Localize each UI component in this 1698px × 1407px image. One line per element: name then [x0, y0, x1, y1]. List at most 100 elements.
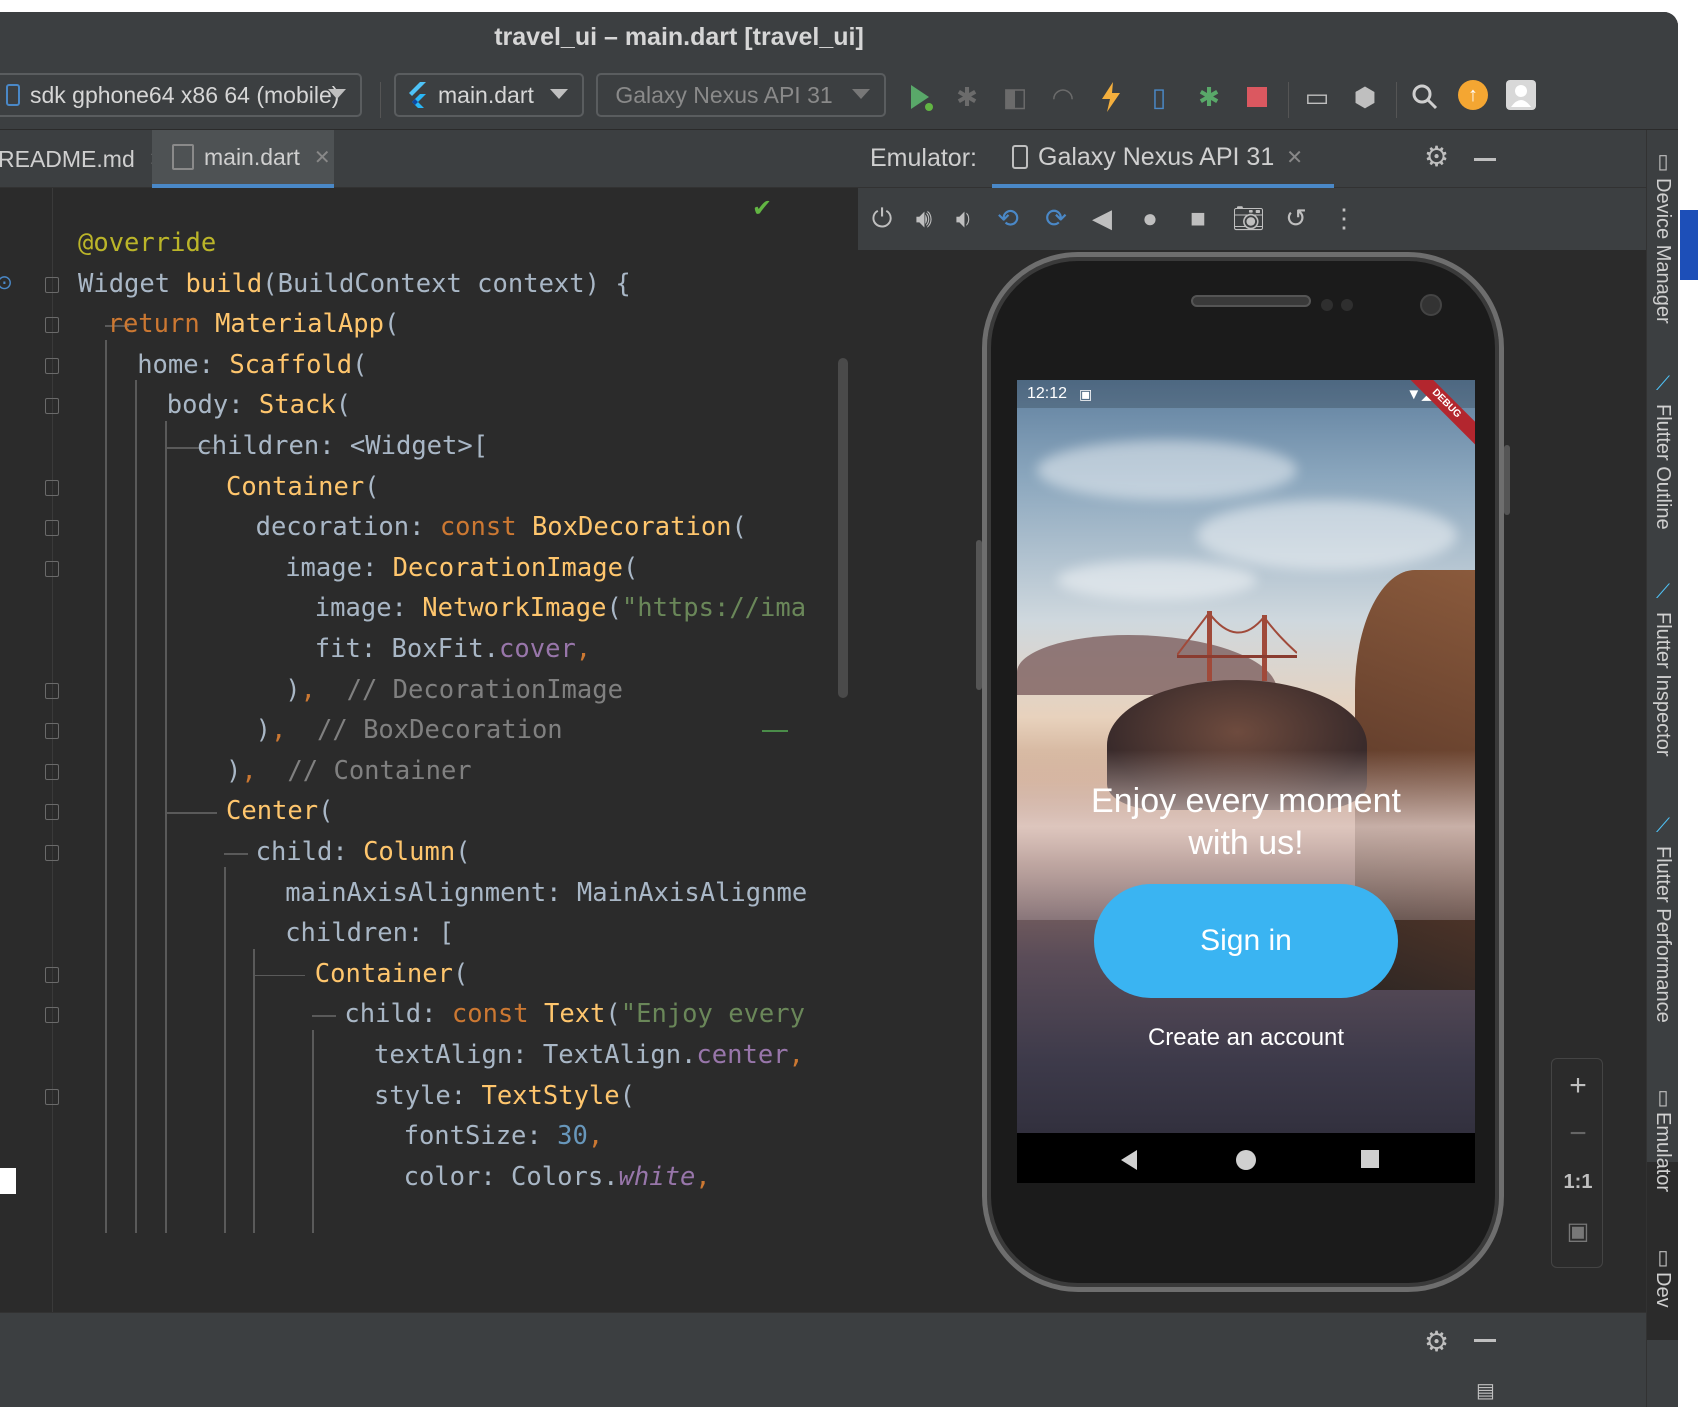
code-token: return — [107, 309, 216, 340]
nav-recents-icon[interactable] — [1361, 1150, 1379, 1168]
tool-window-flutter-performance[interactable]: Flutter Performance — [1651, 846, 1674, 1023]
minimize-icon[interactable] — [1474, 158, 1496, 161]
search-icon[interactable] — [1410, 82, 1440, 112]
tool-window-emulator[interactable]: Emulator — [1651, 1112, 1674, 1192]
rotate-right-icon[interactable]: ⟳ — [1040, 202, 1072, 234]
volume-up-icon[interactable]: 🔊︎ — [908, 202, 940, 234]
account-icon[interactable] — [1506, 80, 1536, 110]
fold-marker-icon[interactable] — [45, 763, 59, 780]
rotate-left-icon[interactable]: ⟲ — [992, 202, 1024, 234]
run-icon[interactable] — [905, 82, 935, 112]
gear-icon[interactable]: ⚙ — [1424, 1325, 1449, 1358]
emulator-label: Emulator: — [870, 144, 977, 172]
code-token: textAlign: TextAlign. — [374, 1040, 697, 1070]
stop-icon[interactable] — [1242, 82, 1272, 112]
back-icon[interactable]: ◀ — [1086, 202, 1118, 234]
ide-window: travel_ui – main.dart [travel_ui] sdk gp… — [0, 12, 1678, 1407]
hot-restart-icon[interactable]: ▯ — [1144, 82, 1174, 112]
chevron-down-icon — [852, 89, 870, 99]
fold-marker-icon[interactable] — [45, 398, 59, 415]
fold-marker-icon[interactable] — [45, 276, 59, 293]
emulator-device-tab[interactable]: Galaxy Nexus API 31 ✕ — [992, 130, 1334, 188]
zoom-actual-size-button[interactable]: 1:1 — [1552, 1171, 1604, 1194]
fold-marker-icon[interactable] — [45, 357, 59, 374]
fold-marker-icon[interactable] — [45, 520, 59, 537]
tool-window-device-explorer[interactable]: Dev — [1651, 1272, 1674, 1308]
tool-window-flutter-outline[interactable]: Flutter Outline — [1651, 404, 1674, 530]
power-icon[interactable]: ⏻ — [866, 202, 898, 234]
tab-main-dart-label: main.dart — [204, 143, 300, 170]
tool-window-device-manager[interactable]: Device Manager — [1651, 178, 1674, 324]
hot-reload-icon[interactable] — [1096, 82, 1126, 112]
close-icon[interactable]: ✕ — [314, 145, 331, 170]
phone-frame: 12:12 ▣ ▼◢▮ DEBUG Enjoy every moment wit… — [982, 252, 1504, 1292]
code-line: mainAxisAlignment: MainAxisAlignme — [285, 878, 807, 908]
code-editor[interactable]: ✔ ⊙ @override Widget build(BuildContext c… — [0, 188, 858, 1312]
code-token: const — [439, 512, 532, 543]
debug-icon[interactable]: ✱ — [952, 82, 982, 112]
zoom-fit-icon[interactable]: ▣ — [1552, 1217, 1604, 1246]
phone-icon — [1012, 145, 1028, 169]
update-icon[interactable]: ↑ — [1458, 80, 1488, 110]
fold-marker-icon[interactable] — [45, 317, 59, 334]
fold-marker-icon[interactable] — [45, 560, 59, 577]
target-device-selector[interactable]: Galaxy Nexus API 31 — [596, 73, 886, 117]
create-account-link[interactable]: Create an account — [1017, 1024, 1475, 1052]
device-selector[interactable]: sdk gphone64 x86 64 (mobile) — [0, 73, 362, 117]
indent-connector — [312, 1015, 336, 1017]
overview-icon[interactable]: ■ — [1182, 202, 1214, 234]
fold-marker-icon[interactable] — [45, 966, 59, 983]
fold-marker-icon[interactable] — [45, 723, 59, 740]
code-line: children: [ — [285, 918, 454, 948]
minimize-icon[interactable] — [1474, 1339, 1496, 1342]
desktop-edge — [1678, 0, 1698, 1407]
fold-marker-icon[interactable] — [45, 682, 59, 699]
code-token: white — [618, 1161, 696, 1192]
code-token: BoxDecoration — [531, 512, 732, 543]
flutter-icon — [409, 82, 426, 108]
fold-marker-icon[interactable] — [45, 1007, 59, 1024]
target-device-label: Galaxy Nexus API 31 — [615, 81, 833, 108]
coverage-icon[interactable]: ◠ — [1048, 82, 1078, 112]
run-config-selector[interactable]: main.dart — [394, 73, 584, 117]
device-manager-icon[interactable]: ▭ — [1302, 82, 1332, 112]
phone-screen[interactable]: 12:12 ▣ ▼◢▮ DEBUG Enjoy every moment wit… — [1017, 380, 1475, 1183]
fold-marker-icon[interactable] — [45, 845, 59, 861]
tab-main-dart[interactable]: main.dart ✕ — [152, 130, 334, 188]
cursor-marker — [0, 1168, 16, 1194]
camera-icon[interactable]: 📷︎ — [1232, 202, 1265, 234]
fold-marker-icon[interactable] — [45, 1088, 59, 1105]
zoom-in-icon[interactable]: + — [1552, 1069, 1604, 1103]
home-icon[interactable]: ● — [1134, 202, 1166, 234]
emulator-device-tab-label: Galaxy Nexus API 31 — [1038, 142, 1275, 171]
gear-icon[interactable]: ⚙ — [1424, 140, 1449, 173]
tool-window-flutter-inspector[interactable]: Flutter Inspector — [1651, 612, 1674, 757]
volume-down-icon[interactable]: 🔉︎ — [948, 202, 980, 234]
tab-readme[interactable]: README.md ✕ — [0, 130, 166, 188]
nav-home-icon[interactable] — [1236, 1150, 1256, 1170]
zoom-out-icon[interactable]: − — [1552, 1117, 1604, 1151]
code-line: ), // DecorationImage — [285, 675, 623, 705]
snapshot-icon[interactable]: ↺ — [1280, 202, 1312, 234]
profile-icon[interactable]: ◧ — [1000, 82, 1030, 112]
code-token: , — [788, 1040, 804, 1070]
layout-icon[interactable]: ▤ — [1476, 1378, 1495, 1403]
code-token: image: — [314, 593, 423, 624]
code-line: ), // BoxDecoration — [256, 715, 563, 745]
phone-speaker — [1191, 295, 1311, 307]
code-token: image: — [285, 552, 393, 583]
more-options-icon[interactable]: ⋮ — [1328, 202, 1360, 234]
attach-debugger-icon[interactable]: ✱ — [1194, 82, 1224, 112]
nav-back-icon[interactable] — [1121, 1150, 1137, 1170]
editor-scrollbar[interactable] — [838, 358, 848, 698]
fold-marker-icon[interactable] — [45, 479, 59, 496]
status-bar: 12:12 ▣ ▼◢▮ — [1017, 380, 1475, 408]
close-icon[interactable]: ✕ — [1286, 145, 1303, 170]
fold-marker-icon[interactable] — [45, 804, 59, 821]
sdk-manager-icon[interactable]: ⬢ — [1350, 82, 1380, 112]
code-token: fontSize: — [403, 1121, 558, 1152]
sign-in-button[interactable]: Sign in — [1094, 884, 1398, 998]
cloud — [1037, 440, 1297, 500]
cloud — [1197, 500, 1457, 570]
phone-camera — [1420, 294, 1442, 316]
